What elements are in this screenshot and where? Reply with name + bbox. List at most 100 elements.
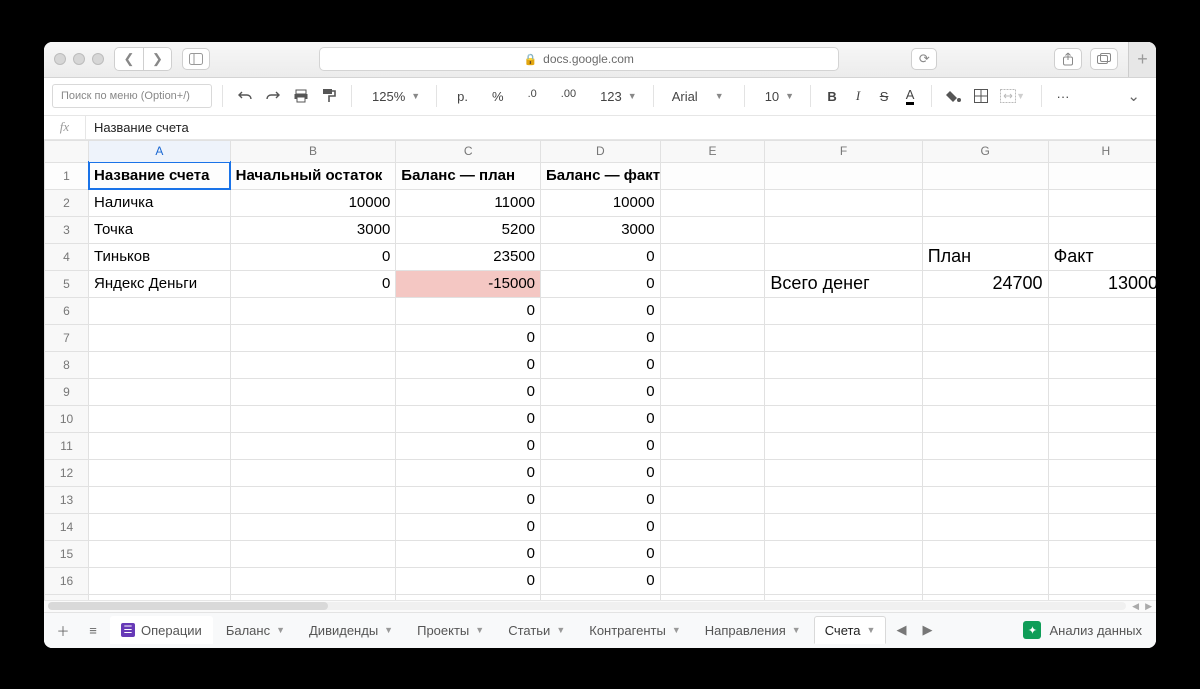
font-size-select[interactable]: 10▼ [755,84,800,108]
cell-G11[interactable] [922,432,1048,459]
cell-E9[interactable] [660,378,765,405]
reload-button[interactable]: ⟳ [911,48,937,70]
cell-E8[interactable] [660,351,765,378]
zoom-window-button[interactable] [92,53,104,65]
cell-C15[interactable]: 0 [396,540,541,567]
column-header-F[interactable]: F [765,140,922,162]
formula-input[interactable]: Название счета [86,120,197,135]
cell-G8[interactable] [922,351,1048,378]
cell-E7[interactable] [660,324,765,351]
column-header-C[interactable]: C [396,140,541,162]
all-sheets-button[interactable]: ≡ [80,617,106,643]
select-all-corner[interactable] [45,140,89,162]
sheet-tab-Статьи[interactable]: Статьи▼ [497,616,576,644]
back-button[interactable]: ❮ [115,48,143,70]
cell-H1[interactable] [1048,162,1156,189]
cell-C4[interactable]: 23500 [396,243,541,270]
cell-A16[interactable] [89,567,231,594]
row-header-17[interactable]: 17 [45,594,89,600]
cell-E6[interactable] [660,297,765,324]
cell-E11[interactable] [660,432,765,459]
font-family-select[interactable]: Arial▼ [664,84,734,108]
cell-G6[interactable] [922,297,1048,324]
cell-E4[interactable] [660,243,765,270]
cell-B3[interactable]: 3000 [230,216,396,243]
cell-G4[interactable]: План [922,243,1048,270]
cell-D4[interactable]: 0 [541,243,661,270]
cell-F2[interactable] [765,189,922,216]
horizontal-scrollbar[interactable]: ◀ ▶ [44,600,1156,612]
cell-B15[interactable] [230,540,396,567]
column-header-D[interactable]: D [541,140,661,162]
cell-D15[interactable]: 0 [541,540,661,567]
cell-C3[interactable]: 5200 [396,216,541,243]
cell-F10[interactable] [765,405,922,432]
expand-toolbar-button[interactable]: ⌄ [1119,87,1148,105]
strike-button[interactable]: S [873,84,895,108]
cell-B9[interactable] [230,378,396,405]
row-header-8[interactable]: 8 [45,351,89,378]
cell-G13[interactable] [922,486,1048,513]
cell-B8[interactable] [230,351,396,378]
cell-E14[interactable] [660,513,765,540]
cell-F16[interactable] [765,567,922,594]
cell-H3[interactable] [1048,216,1156,243]
row-header-12[interactable]: 12 [45,459,89,486]
share-button[interactable] [1054,48,1082,70]
cell-H5[interactable]: 13000 [1048,270,1156,297]
cell-E5[interactable] [660,270,765,297]
cell-A13[interactable] [89,486,231,513]
row-header-2[interactable]: 2 [45,189,89,216]
cell-H12[interactable] [1048,459,1156,486]
cell-F11[interactable] [765,432,922,459]
cell-G10[interactable] [922,405,1048,432]
cell-H16[interactable] [1048,567,1156,594]
cell-H4[interactable]: Факт [1048,243,1156,270]
sidebar-toggle-button[interactable] [182,48,210,70]
cell-A6[interactable] [89,297,231,324]
cell-C12[interactable]: 0 [396,459,541,486]
cell-D7[interactable]: 0 [541,324,661,351]
cell-C13[interactable]: 0 [396,486,541,513]
cell-H7[interactable] [1048,324,1156,351]
cell-C7[interactable]: 0 [396,324,541,351]
cell-E3[interactable] [660,216,765,243]
merge-cells-button[interactable]: ▼ [996,84,1031,108]
cell-H15[interactable] [1048,540,1156,567]
row-header-15[interactable]: 15 [45,540,89,567]
tabs-scroll-right[interactable]: ▶ [916,619,938,641]
new-tab-button[interactable]: + [1128,42,1156,78]
cell-A15[interactable] [89,540,231,567]
cell-B2[interactable]: 10000 [230,189,396,216]
cell-D1[interactable]: Баланс — факт [541,162,661,189]
redo-button[interactable] [261,84,285,108]
cell-G16[interactable] [922,567,1048,594]
cell-H14[interactable] [1048,513,1156,540]
cell-F9[interactable] [765,378,922,405]
row-header-7[interactable]: 7 [45,324,89,351]
cell-D6[interactable]: 0 [541,297,661,324]
cell-A5[interactable]: Яндекс Деньги [89,270,231,297]
cell-D5[interactable]: 0 [541,270,661,297]
row-header-11[interactable]: 11 [45,432,89,459]
cell-B5[interactable]: 0 [230,270,396,297]
row-header-6[interactable]: 6 [45,297,89,324]
percent-button[interactable]: % [482,84,514,108]
column-header-B[interactable]: B [230,140,396,162]
sheet-tab-Направления[interactable]: Направления▼ [694,616,812,644]
cell-B11[interactable] [230,432,396,459]
cell-G1[interactable] [922,162,1048,189]
cell-A11[interactable] [89,432,231,459]
row-header-1[interactable]: 1 [45,162,89,189]
sheet-tab-Баланс[interactable]: Баланс▼ [215,616,296,644]
cell-A14[interactable] [89,513,231,540]
cell-B6[interactable] [230,297,396,324]
cell-H10[interactable] [1048,405,1156,432]
cell-D10[interactable]: 0 [541,405,661,432]
cell-C10[interactable]: 0 [396,405,541,432]
zoom-select[interactable]: 125%▼ [362,84,426,108]
menu-search-input[interactable]: Поиск по меню (Option+/) [52,84,212,108]
column-header-A[interactable]: A [89,140,231,162]
cell-A12[interactable] [89,459,231,486]
cell-C11[interactable]: 0 [396,432,541,459]
